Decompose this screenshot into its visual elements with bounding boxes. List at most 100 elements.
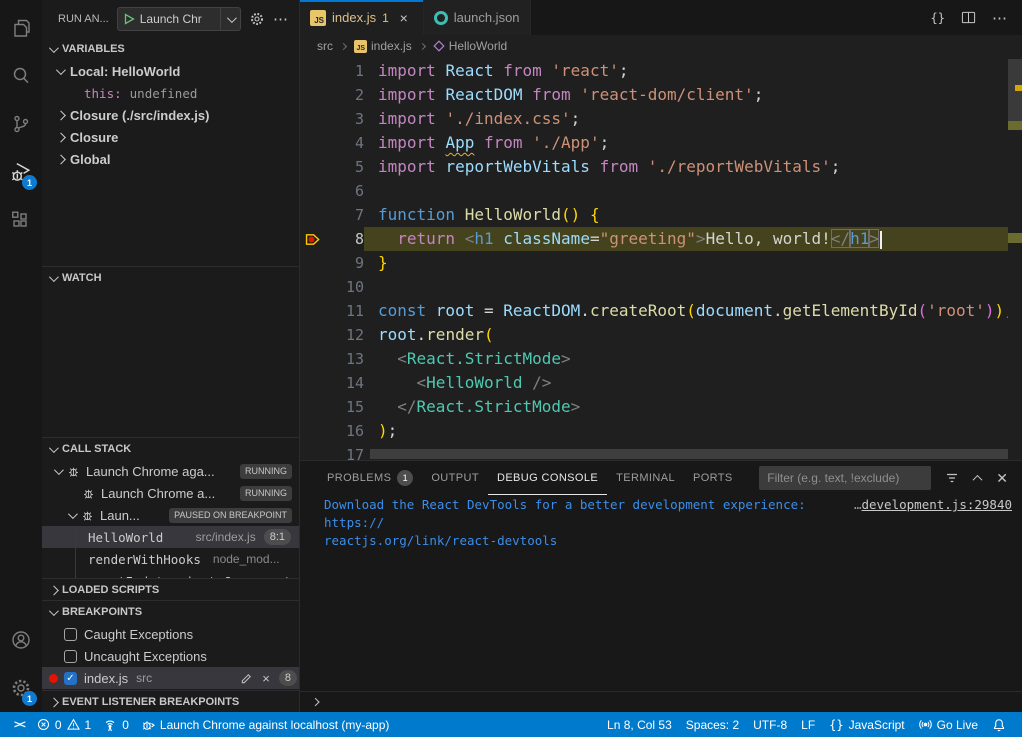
variables-header[interactable]: VARIABLES	[42, 38, 299, 60]
language-mode[interactable]: {} JavaScript	[823, 712, 910, 737]
search-icon[interactable]	[0, 52, 42, 100]
panel-tab-ports[interactable]: PORTS	[684, 461, 742, 495]
current-breakpoint-icon[interactable]	[300, 227, 326, 251]
breakpoint-slot[interactable]	[300, 443, 326, 460]
breakpoint-slot[interactable]	[300, 131, 326, 155]
variable-row[interactable]: Closure (./src/index.js)	[42, 104, 299, 126]
callstack-frame-row[interactable]: renderWithHooksnode_mod...	[42, 548, 299, 570]
code-line-content[interactable]: function HelloWorld() {	[364, 203, 1022, 227]
breakpoint-row[interactable]: ✓index.jssrc×8	[42, 667, 299, 689]
loaded-scripts-header[interactable]: LOADED SCRIPTS	[42, 579, 299, 600]
breakpoint-checkbox[interactable]	[64, 650, 77, 663]
problems-status[interactable]: 0 1	[31, 712, 97, 737]
code-editor[interactable]: 1import React from 'react';2import React…	[300, 57, 1022, 460]
close-icon[interactable]: ×	[395, 10, 413, 26]
indentation[interactable]: Spaces: 2	[680, 712, 745, 737]
breadcrumb-folder[interactable]: src	[317, 39, 333, 53]
breakpoint-slot[interactable]	[300, 275, 326, 299]
callstack-frame-row[interactable]: HelloWorldsrc/index.js8:1	[42, 526, 299, 548]
launch-config-dropdown[interactable]	[220, 8, 240, 30]
gutter[interactable]: 7	[300, 203, 364, 227]
ports-status[interactable]: 0	[97, 712, 135, 737]
overview-ruler[interactable]	[1008, 57, 1022, 460]
breakpoint-row[interactable]: Uncaught Exceptions	[42, 645, 299, 667]
callstack-session-row[interactable]: Laun...PAUSED ON BREAKPOINT	[42, 504, 299, 526]
breakpoint-slot[interactable]	[300, 251, 326, 275]
panel-tab-output[interactable]: OUTPUT	[422, 461, 488, 495]
breakpoint-slot[interactable]	[300, 83, 326, 107]
debug-console-output[interactable]: Download the React DevTools for a better…	[300, 495, 1022, 691]
gutter[interactable]: 12	[300, 323, 364, 347]
callstack-frame-row[interactable]: mountIndeterminateComponent	[42, 570, 299, 578]
account-icon[interactable]	[0, 616, 42, 664]
callstack-session-row[interactable]: Launch Chrome aga...RUNNING	[42, 460, 299, 482]
eol-sequence[interactable]: LF	[795, 712, 821, 737]
code-line-content[interactable]: import ReactDOM from 'react-dom/client';	[364, 83, 1022, 107]
code-line-content[interactable]: import reportWebVitals from './reportWeb…	[364, 155, 1022, 179]
gutter[interactable]: 3	[300, 107, 364, 131]
editor-more-actions-icon[interactable]: ⋯	[992, 9, 1008, 27]
code-line-content[interactable]: <React.StrictMode>	[364, 347, 1022, 371]
variable-row[interactable]: Local: HelloWorld	[42, 60, 299, 82]
remove-breakpoint-icon[interactable]: ×	[262, 671, 270, 686]
gutter[interactable]: 5	[300, 155, 364, 179]
gutter[interactable]: 10	[300, 275, 364, 299]
tab-index.js[interactable]: JSindex.js1×	[300, 0, 424, 35]
split-editor-icon[interactable]	[961, 10, 976, 25]
source-control-icon[interactable]	[0, 100, 42, 148]
breadcrumb-symbol[interactable]: HelloWorld	[433, 39, 507, 53]
launch-config-button[interactable]: Launch Chr	[117, 7, 241, 31]
code-line-content[interactable]: return <h1 className="greeting">Hello, w…	[364, 227, 1022, 251]
callstack-session-row[interactable]: Launch Chrome a...RUNNING	[42, 482, 299, 504]
breakpoint-slot[interactable]	[300, 107, 326, 131]
tab-launch.json[interactable]: launch.json	[424, 0, 531, 35]
cursor-position[interactable]: Ln 8, Col 53	[601, 712, 678, 737]
watch-header[interactable]: WATCH	[42, 267, 299, 289]
breakpoint-slot[interactable]	[300, 179, 326, 203]
call-stack-header[interactable]: CALL STACK	[42, 438, 299, 460]
code-line-content[interactable]: root.render(	[364, 323, 1022, 347]
gutter[interactable]: 9	[300, 251, 364, 275]
gutter[interactable]: 16	[300, 419, 364, 443]
event-listener-breakpoints-header[interactable]: EVENT LISTENER BREAKPOINTS	[42, 691, 299, 712]
breakpoint-checkbox[interactable]: ✓	[64, 672, 77, 685]
notifications-bell-icon[interactable]	[986, 712, 1012, 737]
close-panel-icon[interactable]: ✕	[996, 470, 1008, 487]
console-source-link[interactable]: …development.js:29840	[854, 496, 1012, 532]
extensions-icon[interactable]	[0, 196, 42, 244]
breakpoint-slot[interactable]	[300, 203, 326, 227]
code-line-content[interactable]: );	[364, 419, 1022, 443]
code-line-content[interactable]: }	[364, 251, 1022, 275]
debug-console-input[interactable]	[300, 691, 1022, 712]
breakpoint-checkbox[interactable]	[64, 628, 77, 641]
panel-tab-terminal[interactable]: TERMINAL	[607, 461, 684, 495]
console-filter-input[interactable]	[759, 466, 931, 490]
code-line-content[interactable]: import App from './App';	[364, 131, 1022, 155]
gutter[interactable]: 8	[300, 227, 364, 251]
sticky-scroll-icon[interactable]: {}	[931, 11, 945, 25]
gutter[interactable]: 11	[300, 299, 364, 323]
gutter[interactable]: 2	[300, 83, 364, 107]
code-line-content[interactable]: const root = ReactDOM.createRoot(documen…	[364, 299, 1022, 323]
breakpoint-slot[interactable]	[300, 419, 326, 443]
edit-breakpoint-icon[interactable]	[240, 672, 253, 685]
run-and-debug-icon[interactable]: 1	[0, 148, 42, 196]
encoding[interactable]: UTF-8	[747, 712, 793, 737]
maximize-panel-icon[interactable]	[974, 475, 981, 482]
settings-gear-icon[interactable]: 1	[0, 664, 42, 712]
go-live-button[interactable]: Go Live	[913, 712, 984, 737]
breakpoint-slot[interactable]	[300, 395, 326, 419]
breakpoint-slot[interactable]	[300, 155, 326, 179]
remote-indicator[interactable]: ><	[8, 712, 31, 737]
breakpoints-header[interactable]: BREAKPOINTS	[42, 601, 299, 623]
code-line-content[interactable]	[364, 275, 1022, 299]
vertical-scrollbar[interactable]	[1008, 59, 1022, 125]
gutter[interactable]: 17	[300, 443, 364, 460]
gutter[interactable]: 4	[300, 131, 364, 155]
gutter[interactable]: 6	[300, 179, 364, 203]
code-line-content[interactable]: import './index.css';	[364, 107, 1022, 131]
more-actions-icon[interactable]: ⋯	[273, 10, 289, 28]
variable-row[interactable]: Global	[42, 148, 299, 170]
debug-settings-gear-icon[interactable]	[249, 11, 265, 27]
edit-breakpoint-icon[interactable]	[240, 672, 253, 685]
